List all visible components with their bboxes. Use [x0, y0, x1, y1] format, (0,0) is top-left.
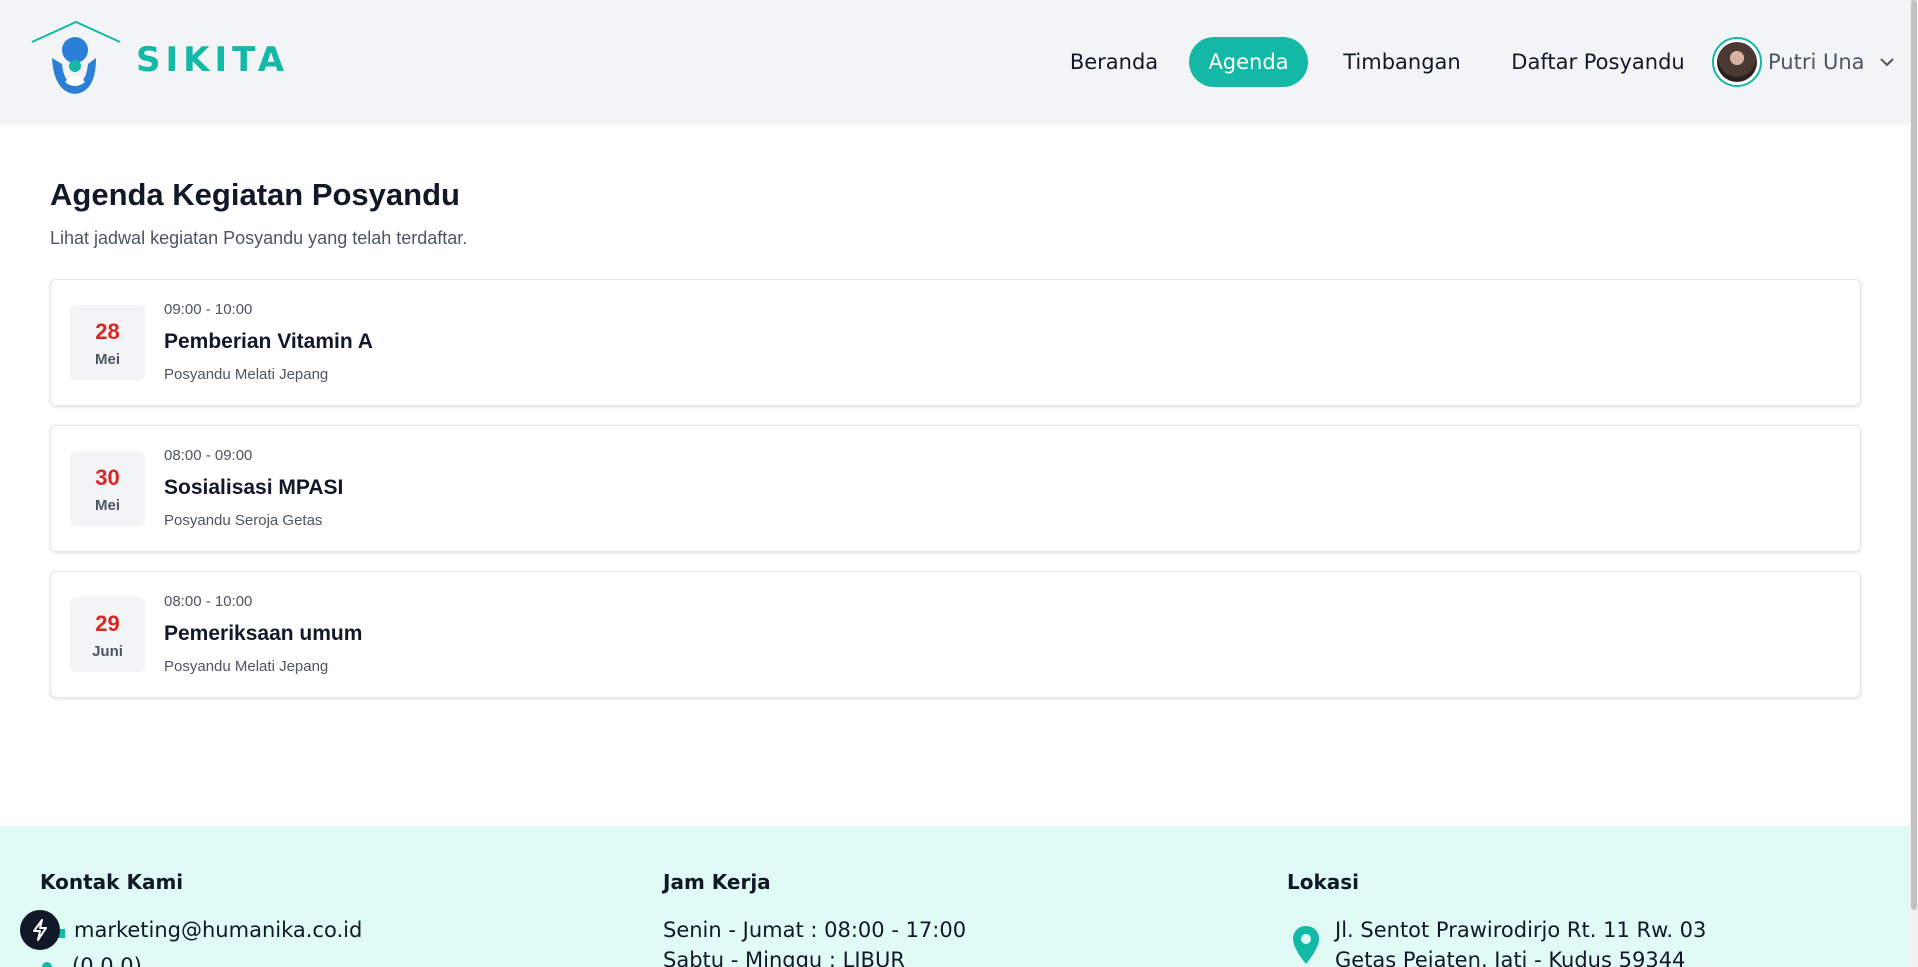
agenda-title: Pemeriksaan umum [164, 622, 363, 645]
nav-item-agenda[interactable]: Agenda [1189, 37, 1308, 87]
contact-email[interactable]: marketing@humanika.co.id [74, 918, 362, 942]
main-nav: Beranda Agenda Timbangan Daftar Posyandu [0, 37, 1700, 87]
nav-item-timbangan[interactable]: Timbangan [1334, 37, 1470, 87]
footer-location: Lokasi [1287, 870, 1359, 894]
agenda-time: 08:00 - 10:00 [164, 593, 253, 610]
hours-weekend: Sabtu - Minggu : LIBUR [663, 948, 905, 967]
map-pin-icon [1293, 926, 1319, 964]
agenda-place: Posyandu Seroja Getas [164, 512, 323, 529]
date-day: 30 [95, 465, 120, 490]
contact-phone: (0.0.0) [72, 954, 142, 967]
footer-heading: Kontak Kami [40, 870, 184, 894]
hours-weekday: Senin - Jumat : 08:00 - 17:00 [663, 918, 967, 942]
agenda-card[interactable]: 30 Mei 08:00 - 09:00 Sosialisasi MPASI P… [50, 425, 1861, 552]
agenda-card[interactable]: 29 Juni 08:00 - 10:00 Pemeriksaan umum P… [50, 571, 1861, 698]
date-month: Juni [92, 643, 123, 660]
user-name: Putri Una [1768, 50, 1865, 74]
nav-item-daftar-posyandu[interactable]: Daftar Posyandu [1504, 37, 1692, 87]
date-day: 28 [95, 319, 120, 344]
footer-contact: Kontak Kami [40, 870, 183, 894]
agenda-card[interactable]: 28 Mei 09:00 - 10:00 Pemberian Vitamin A… [50, 279, 1861, 406]
phone-icon [42, 962, 52, 967]
footer-heading: Jam Kerja [663, 870, 771, 894]
date-month: Mei [94, 497, 120, 514]
date-badge: 29 Juni [70, 597, 145, 672]
date-day: 29 [95, 611, 120, 636]
nav-item-beranda[interactable]: Beranda [1058, 37, 1170, 87]
agenda-place: Posyandu Melati Jepang [164, 658, 329, 675]
agenda-place: Posyandu Melati Jepang [164, 366, 329, 383]
lightning-icon [33, 919, 47, 941]
agenda-time: 08:00 - 09:00 [164, 447, 253, 464]
footer-hours: Jam Kerja [663, 870, 771, 894]
date-month: Mei [94, 351, 120, 368]
chevron-down-icon[interactable] [1879, 54, 1895, 70]
page-title: Agenda Kegiatan Posyandu [50, 177, 460, 212]
date-badge: 28 Mei [70, 305, 145, 380]
quick-action-button[interactable] [20, 910, 60, 950]
agenda-title: Sosialisasi MPASI [164, 476, 344, 499]
date-badge: 30 Mei [70, 451, 145, 526]
agenda-time: 09:00 - 10:00 [164, 301, 253, 318]
location-line2: Getas Pejaten, Jati - Kudus 59344 [1335, 948, 1686, 967]
page-scrollbar[interactable] [1910, 0, 1918, 967]
avatar[interactable] [1712, 37, 1762, 87]
footer-heading: Lokasi [1287, 870, 1360, 894]
user-menu[interactable]: Putri Una [1712, 37, 1895, 87]
location-line1: Jl. Sentot Prawirodirjo Rt. 11 Rw. 03 [1335, 918, 1707, 942]
footer: Kontak Kami marketing@humanika.co.id (0.… [0, 826, 1910, 967]
agenda-title: Pemberian Vitamin A [164, 330, 373, 353]
top-navbar: SIKITA Beranda Agenda Timbangan Daftar P… [0, 0, 1910, 125]
scrollbar-thumb[interactable] [1911, 0, 1917, 910]
page-subtitle: Lihat jadwal kegiatan Posyandu yang tela… [50, 228, 468, 248]
